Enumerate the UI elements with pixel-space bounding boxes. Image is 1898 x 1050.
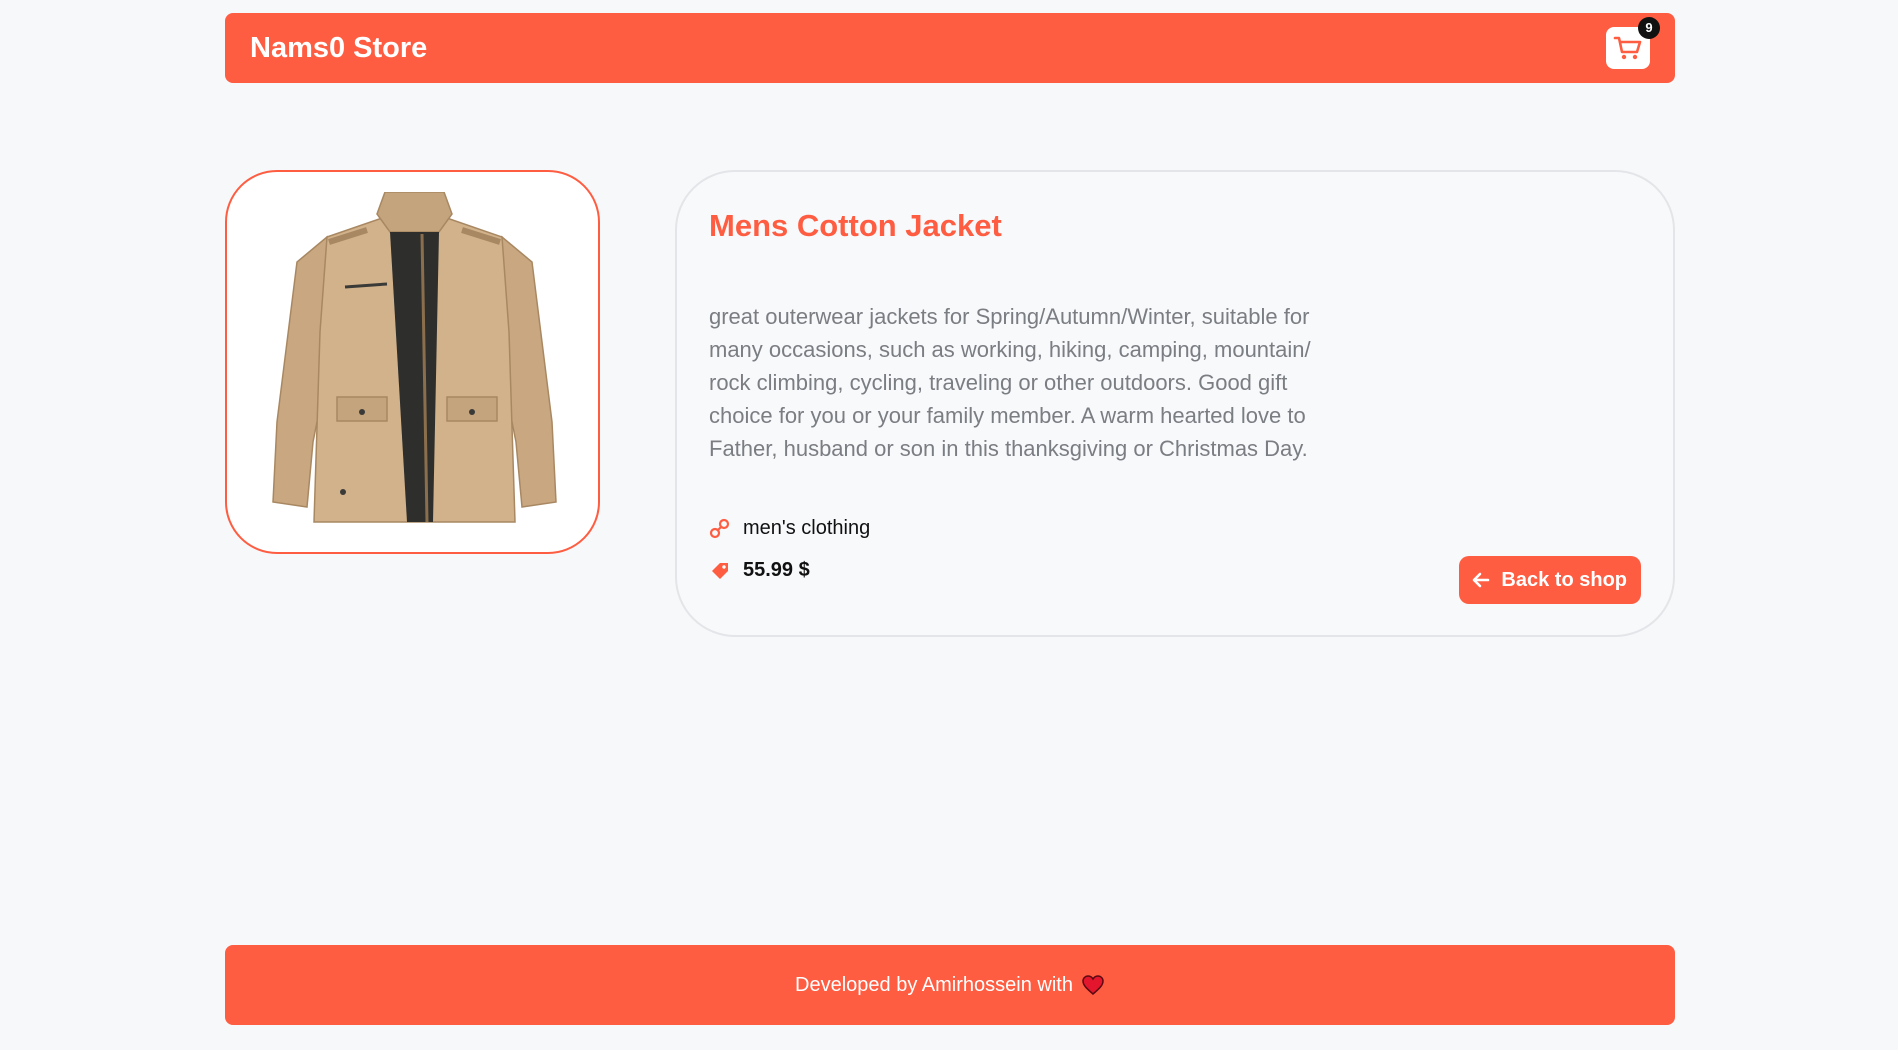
product-info-card: Mens Cotton Jacket great outerwear jacke…	[675, 170, 1675, 637]
product-image-card	[225, 170, 600, 554]
jacket-image	[272, 192, 557, 523]
page-footer: Developed by Amirhossein with	[225, 945, 1675, 1025]
product-description: great outerwear jackets for Spring/Autum…	[709, 304, 1311, 461]
back-to-shop-label: Back to shop	[1501, 568, 1627, 591]
product-title: Mens Cotton Jacket	[709, 208, 1002, 243]
price-tag-icon	[712, 562, 728, 579]
product-category: men's clothing	[743, 517, 871, 539]
cart-button[interactable]: 9	[1606, 17, 1660, 69]
footer-credit-text: Developed by Amirhossein with	[795, 973, 1073, 996]
store-brand[interactable]: Nams0 Store	[250, 13, 427, 83]
product-category-row: men's clothing	[709, 517, 870, 540]
top-navbar: Nams0 Store 9	[225, 13, 1675, 83]
shopping-cart-icon	[1613, 36, 1642, 60]
heart-icon	[1082, 975, 1104, 995]
category-link-icon	[709, 518, 730, 538]
product-price: 55.99 $	[743, 559, 810, 581]
cart-count-badge: 9	[1638, 17, 1660, 39]
back-to-shop-button[interactable]: Back to shop	[1459, 556, 1641, 604]
arrow-left-icon	[1473, 572, 1490, 588]
product-price-row: 55.99 $	[709, 559, 810, 582]
